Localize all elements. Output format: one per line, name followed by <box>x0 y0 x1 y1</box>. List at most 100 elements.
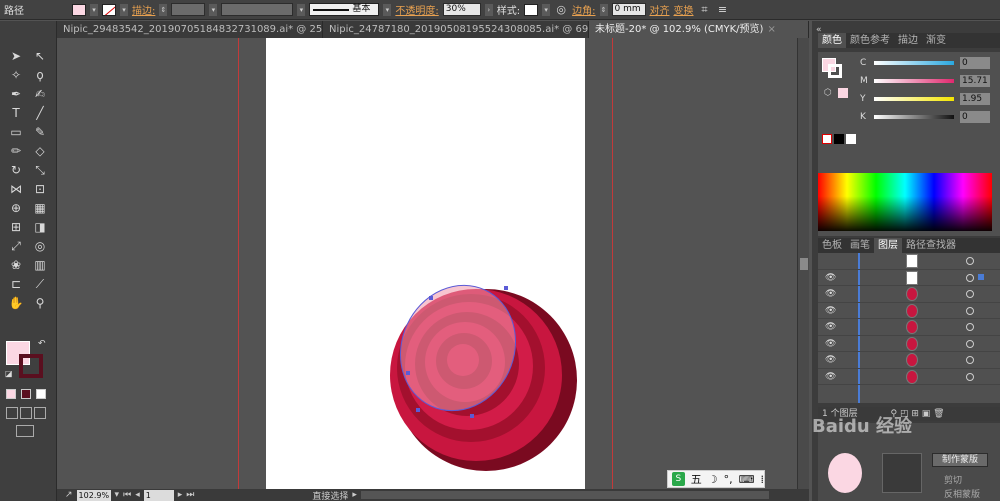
color-spectrum[interactable] <box>818 173 992 231</box>
gradient-mode-icon[interactable] <box>21 389 31 399</box>
color-stroke-swatch[interactable] <box>828 64 842 78</box>
corner-field[interactable]: 0 mm <box>611 3 646 16</box>
anchor-point[interactable] <box>429 296 433 300</box>
fill-swatch[interactable] <box>72 3 86 16</box>
target-icon[interactable] <box>966 356 974 364</box>
zoom-field[interactable]: 102.9% <box>76 489 111 501</box>
eye-icon[interactable]: 👁 <box>825 289 836 299</box>
artboard-number-field[interactable]: 1 <box>143 489 174 501</box>
perspective-grid-tool-icon[interactable]: ▦ <box>29 199 51 218</box>
anchor-point[interactable] <box>416 408 420 412</box>
anchor-point[interactable] <box>470 414 474 418</box>
value-c[interactable]: 0 <box>960 57 990 69</box>
eyedropper-tool-icon[interactable]: ⤢ <box>5 237 27 256</box>
layer-row[interactable]: 👁 <box>818 270 1000 286</box>
close-icon[interactable]: × <box>767 24 775 35</box>
fill-dropdown-icon[interactable]: ▾ <box>90 3 98 16</box>
column-graph-tool-icon[interactable]: ▥ <box>29 256 51 275</box>
opacity-dropdown-icon[interactable]: › <box>484 3 493 16</box>
stroke-dropdown-icon[interactable]: ▾ <box>120 3 128 16</box>
shape-builder-tool-icon[interactable]: ⊕ <box>5 199 27 218</box>
stroke-label[interactable]: 描边: <box>132 2 155 17</box>
tab-doc-2[interactable]: Nipic_24787180_20190508195524308085.ai* … <box>323 21 589 38</box>
moon-icon[interactable]: ☽ <box>708 473 718 486</box>
graphic-style-swatch[interactable] <box>524 3 539 16</box>
variable-width-dropdown-icon[interactable]: ▾ <box>297 3 306 16</box>
lasso-tool-icon[interactable]: ϙ <box>29 66 51 85</box>
tab-stroke[interactable]: 描边 <box>894 33 922 48</box>
ball-group[interactable] <box>380 266 577 471</box>
white-swatch[interactable] <box>846 134 856 144</box>
tab-layers[interactable]: 图层 <box>874 238 902 253</box>
clip-checkbox-label[interactable]: 剪切 <box>944 473 962 486</box>
make-mask-button[interactable]: 制作蒙版 <box>932 453 988 467</box>
artboard-tool-icon[interactable]: ⊏ <box>5 275 27 294</box>
scale-tool-icon[interactable]: ⤡ <box>29 161 51 180</box>
pencil-tool-icon[interactable]: ✏ <box>5 142 27 161</box>
style-dropdown-icon[interactable]: ▾ <box>542 3 551 16</box>
direct-selection-tool-icon[interactable]: ↖ <box>29 47 51 66</box>
eye-icon[interactable]: 👁 <box>825 355 836 365</box>
type-tool-icon[interactable]: T <box>5 104 27 123</box>
tab-doc-3[interactable]: 未标题-20* @ 102.9% (CMYK/预览) × <box>589 21 809 38</box>
anchor-point[interactable] <box>504 286 508 290</box>
ime-logo-icon[interactable]: S <box>672 472 685 486</box>
pen-tool-icon[interactable]: ✒ <box>5 85 27 104</box>
eye-icon[interactable]: 👁 <box>825 372 836 382</box>
punctuation-icon[interactable]: °, <box>724 473 733 486</box>
none-swatch[interactable] <box>822 134 832 144</box>
slider-c[interactable]: C 0 <box>860 56 996 70</box>
stroke-weight-dropdown-icon[interactable]: ▾ <box>209 3 218 16</box>
paintbrush-tool-icon[interactable]: ✎ <box>29 123 51 142</box>
tab-doc-1[interactable]: Nipic_29483542_20190705184832731089.ai* … <box>57 21 323 38</box>
stroke-weight-stepper[interactable]: ⇕ <box>159 3 168 16</box>
ime-mode[interactable]: 五 <box>691 471 702 487</box>
target-icon[interactable] <box>966 273 974 282</box>
anchor-point[interactable] <box>406 371 410 375</box>
swap-colors-icon[interactable]: ↶ <box>38 339 46 349</box>
slider-m[interactable]: M 15.71 <box>860 74 996 88</box>
tab-brushes[interactable]: 画笔 <box>846 238 874 253</box>
width-tool-icon[interactable]: ⋈ <box>5 180 27 199</box>
transform-label[interactable]: 变换 <box>674 2 694 17</box>
draw-behind-icon[interactable] <box>20 407 32 419</box>
eye-icon[interactable]: 👁 <box>825 273 836 283</box>
tab-gradient[interactable]: 渐变 <box>922 33 950 48</box>
selection-tool-icon[interactable]: ➤ <box>5 47 27 66</box>
brush-style-field[interactable]: 基本 <box>309 3 380 16</box>
corner-stepper[interactable]: ⇕ <box>599 3 608 16</box>
tab-color[interactable]: 颜色 <box>818 33 846 48</box>
corner-label[interactable]: 边角: <box>572 2 595 17</box>
opacity-label[interactable]: 不透明度: <box>395 2 438 17</box>
rectangle-tool-icon[interactable]: ▭ <box>5 123 27 142</box>
opacity-field[interactable]: 30% <box>442 3 481 16</box>
last-artboard-icon[interactable]: ⏭ <box>186 490 194 500</box>
recolor-icon[interactable]: ◎ <box>554 3 568 17</box>
default-colors-icon[interactable]: ◪ <box>5 369 13 378</box>
mesh-tool-icon[interactable]: ⊞ <box>5 218 27 237</box>
panel-menu-icon[interactable]: ≡ <box>716 3 730 17</box>
none-mode-icon[interactable] <box>36 389 46 399</box>
line-tool-icon[interactable]: ╱ <box>29 104 51 123</box>
value-m[interactable]: 15.71 <box>960 75 990 87</box>
rotate-tool-icon[interactable]: ↻ <box>5 161 27 180</box>
stroke-color-box[interactable] <box>19 354 43 378</box>
hand-tool-icon[interactable]: ✋ <box>5 294 27 313</box>
menu-icon[interactable]: ⁞ <box>761 473 765 486</box>
new-layer-icon[interactable]: ▣ <box>922 409 931 419</box>
status-menu-icon[interactable]: ▸ <box>352 490 357 500</box>
eye-icon[interactable]: 👁 <box>825 306 836 316</box>
symbol-sprayer-tool-icon[interactable]: ❀ <box>5 256 27 275</box>
canvas[interactable] <box>57 38 809 489</box>
slider-y[interactable]: Y 1.95 <box>860 92 996 106</box>
next-artboard-icon[interactable]: ▸ <box>178 490 183 500</box>
invert-mask-checkbox-label[interactable]: 反相蒙版 <box>944 487 980 500</box>
brush-dropdown-icon[interactable]: ▾ <box>383 3 392 16</box>
slider-track-m[interactable] <box>874 79 954 83</box>
blend-tool-icon[interactable]: ◎ <box>29 237 51 256</box>
stroke-weight-field[interactable] <box>171 3 206 16</box>
slider-k[interactable]: K 0 <box>860 110 996 124</box>
zoom-dropdown-icon[interactable]: ▾ <box>115 490 120 500</box>
slider-track-k[interactable] <box>874 115 954 119</box>
stroke-swatch[interactable] <box>102 3 116 16</box>
